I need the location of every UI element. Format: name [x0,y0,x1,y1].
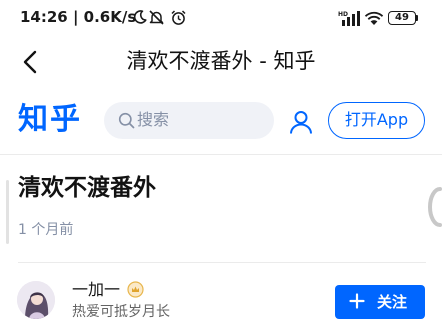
article-published-time: 1 个月前 [18,222,74,238]
status-time-speed: 14:26 | 0.6K/s [20,8,137,26]
back-arrow-icon[interactable] [18,48,46,76]
status-bar: 14:26 | 0.6K/s HD 49 [0,0,442,40]
author-name[interactable]: 一加一 [72,279,120,301]
plus-icon [349,293,365,309]
follow-label: 关注 [377,293,408,311]
search-icon [118,112,135,129]
open-app-label: 打开App [344,110,409,129]
network-label: HD [338,11,348,18]
header-divider [0,154,442,155]
zhihu-logo[interactable]: 知乎 [18,101,82,139]
article-title: 清欢不渡番外 [18,175,156,201]
battery-level: 49 [395,12,409,23]
side-scroll-handle[interactable] [428,186,442,228]
open-app-button[interactable]: 打开App [328,102,425,139]
battery-cap [416,15,418,21]
alarm-icon [171,10,186,25]
meta-divider [18,262,426,263]
search-placeholder: 搜索 [137,110,170,129]
follow-button[interactable]: 关注 [335,285,425,319]
wifi-icon [364,11,384,25]
avatar[interactable] [17,281,55,319]
mute-icon [149,10,164,25]
user-icon[interactable] [288,109,314,135]
signal-icon: HD [338,11,360,26]
battery-indicator: 49 [388,11,416,25]
search-input[interactable]: 搜索 [104,102,274,139]
avatar-illustration [17,281,55,319]
badge-icon [127,281,144,298]
page-title: 清欢不渡番外 - 知乎 [126,49,316,73]
author-bio: 热爱可抵岁月长 [72,304,170,320]
moon-icon [133,10,147,24]
edge-indicator [6,180,9,244]
